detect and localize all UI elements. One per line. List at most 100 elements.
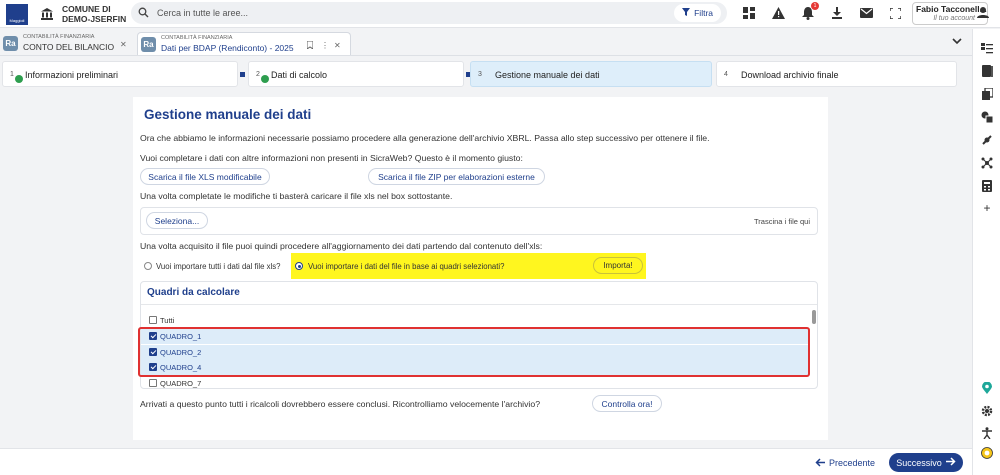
tab-title: Dati per BDAP (Rendiconto) - 2025 [161,43,294,53]
import-button[interactable]: Importa! [593,257,643,274]
next-button[interactable]: Successivo [889,453,963,472]
mail-icon[interactable] [858,5,874,21]
tab-dati-bdap[interactable]: Ra CONTABILITÀ FINANZIARIA Dati per BDAP… [137,32,351,55]
page-title: Gestione manuale dei dati [144,107,312,122]
user-account-button[interactable]: Fabio Tacconell... Il tuo account [912,2,989,25]
add-icon[interactable]: + [980,201,994,215]
more-vertical-icon[interactable]: ⋮ [321,41,329,50]
support-icon[interactable] [980,446,994,460]
right-sidebar: + [972,29,1000,475]
user-account-label: Il tuo account [933,15,975,22]
bookmark-icon[interactable] [306,40,314,51]
step-gestione-manuale[interactable]: 3 Gestione manuale dei dati [470,61,712,87]
download-zip-button[interactable]: Scarica il file ZIP per elaborazioni est… [368,168,545,185]
step-number: 3 [478,71,482,78]
wizard-footer: Precedente Successivo [0,448,972,475]
previous-label: Precedente [829,458,876,468]
module-icon: Ra [3,36,18,51]
upload-instructions-text: Una volta completate le modifiche ti bas… [140,191,453,201]
avatar-icon [977,6,989,20]
final-check-text: Arrivati a questo punto tutti i ricalcol… [140,399,541,409]
arrow-right-icon [945,457,956,468]
close-tab-icon[interactable]: ✕ [120,40,127,49]
fullscreen-icon[interactable] [887,5,903,21]
arrow-left-icon [815,457,825,469]
close-tab-icon[interactable]: ✕ [334,41,341,50]
radio-import-all[interactable] [144,262,152,270]
maggioli-logo: Maggioli [6,4,28,25]
check-icon [261,75,269,83]
gear-icon[interactable] [980,404,994,418]
complete-prompt-text: Vuoi completare i dati con altre informa… [140,153,523,163]
module-icon: Ra [141,37,156,52]
step-label: Informazioni preliminari [25,70,119,80]
step-label: Dati di calcolo [271,70,328,80]
previous-button[interactable]: Precedente [815,454,875,472]
top-bar: Maggioli COMUNE DI DEMO-JSERFIN Cerca in… [0,0,1000,28]
radio-import-selected[interactable] [295,262,303,270]
step-label: Gestione manuale dei dati [495,70,600,80]
check-now-button[interactable]: Controlla ora! [592,395,662,412]
divider [141,304,817,305]
hub-network-icon[interactable] [980,156,994,170]
list-settings-icon[interactable] [980,41,994,55]
check-icon [15,75,23,83]
notifications-bell-icon[interactable]: 1 [800,2,819,21]
organization-name: COMUNE DI DEMO-JSERFIN [62,4,132,24]
filter-icon [682,8,691,18]
step-number: 4 [724,71,728,78]
quadro-row-tutti[interactable]: Tutti [141,313,809,328]
calculator-icon[interactable] [980,179,994,193]
dashboard-icon[interactable] [741,5,757,21]
quadri-title: Quadri da calcolare [147,287,240,298]
select-file-button[interactable]: Seleziona... [146,212,208,229]
radio-import-all-label: Vuoi importare tutti i dati dal file xls… [156,262,281,271]
warning-icon[interactable] [770,5,786,21]
filter-label: Filtra [694,8,713,18]
checkbox[interactable] [149,316,157,324]
shapes-icon[interactable] [980,110,994,124]
filter-button[interactable]: Filtra [674,4,721,22]
tab-conto-del-bilancio[interactable]: Ra CONTABILITÀ FINANZIARIA CONTO DEL BIL… [0,32,131,55]
tab-module-label: CONTABILITÀ FINANZIARIA [23,34,95,40]
search-icon [138,7,149,20]
tab-module-label: CONTABILITÀ FINANZIARIA [161,35,233,41]
drop-hint: Trascina i file qui [754,217,810,226]
search-placeholder: Cerca in tutte le aree... [157,8,249,18]
chevron-down-icon[interactable] [952,37,962,47]
step-number: 2 [256,71,260,78]
next-label: Successivo [896,457,942,468]
accessibility-icon[interactable] [980,426,994,440]
bank-icon[interactable] [40,7,54,21]
quadro-row-7[interactable]: QUADRO_7 [141,376,809,388]
org-line-1: COMUNE DI [62,4,111,14]
step-label: Download archivio finale [741,70,839,80]
checkbox[interactable] [149,379,157,387]
notification-badge: 1 [811,2,819,10]
wizard-stepper: 1 Informazioni preliminari 2 Dati di cal… [0,61,972,88]
document-tab-bar: Ra CONTABILITÀ FINANZIARIA CONTO DEL BIL… [0,29,972,56]
quadro-label: Tutti [160,316,175,325]
update-instructions-text: Una volta acquisito il file puoi quindi … [140,241,543,251]
intro-text: Ora che abbiamo le informazioni necessar… [140,133,710,143]
org-line-2: DEMO-JSERFIN [62,14,127,24]
radio-import-selected-label: Vuoi importare i dati del file in base a… [308,262,505,271]
file-drop-zone[interactable]: Seleziona... Trascina i file qui [140,207,818,235]
search-bar[interactable]: Cerca in tutte le aree... Filtra [131,2,727,24]
step-informazioni-preliminari[interactable]: 1 Informazioni preliminari [2,61,238,87]
main-content-card: Gestione manuale dei dati Ora che abbiam… [133,97,828,440]
book-icon[interactable] [980,64,994,78]
location-pin-icon[interactable] [980,381,994,395]
quadro-label: QUADRO_7 [160,379,202,388]
tab-title: CONTO DEL BILANCIO [23,42,115,52]
copy-document-icon[interactable] [980,87,994,101]
step-dati-di-calcolo[interactable]: 2 Dati di calcolo [248,61,464,87]
selection-annotation-box [138,327,810,377]
step-download-archivio[interactable]: 4 Download archivio finale [716,61,957,87]
step-number: 1 [10,71,14,78]
step-connector [240,72,245,77]
download-xls-button[interactable]: Scarica il file XLS modificabile [140,168,270,185]
scrollbar[interactable] [812,310,816,324]
plugin-icon[interactable] [980,133,994,147]
download-icon[interactable] [829,5,845,21]
